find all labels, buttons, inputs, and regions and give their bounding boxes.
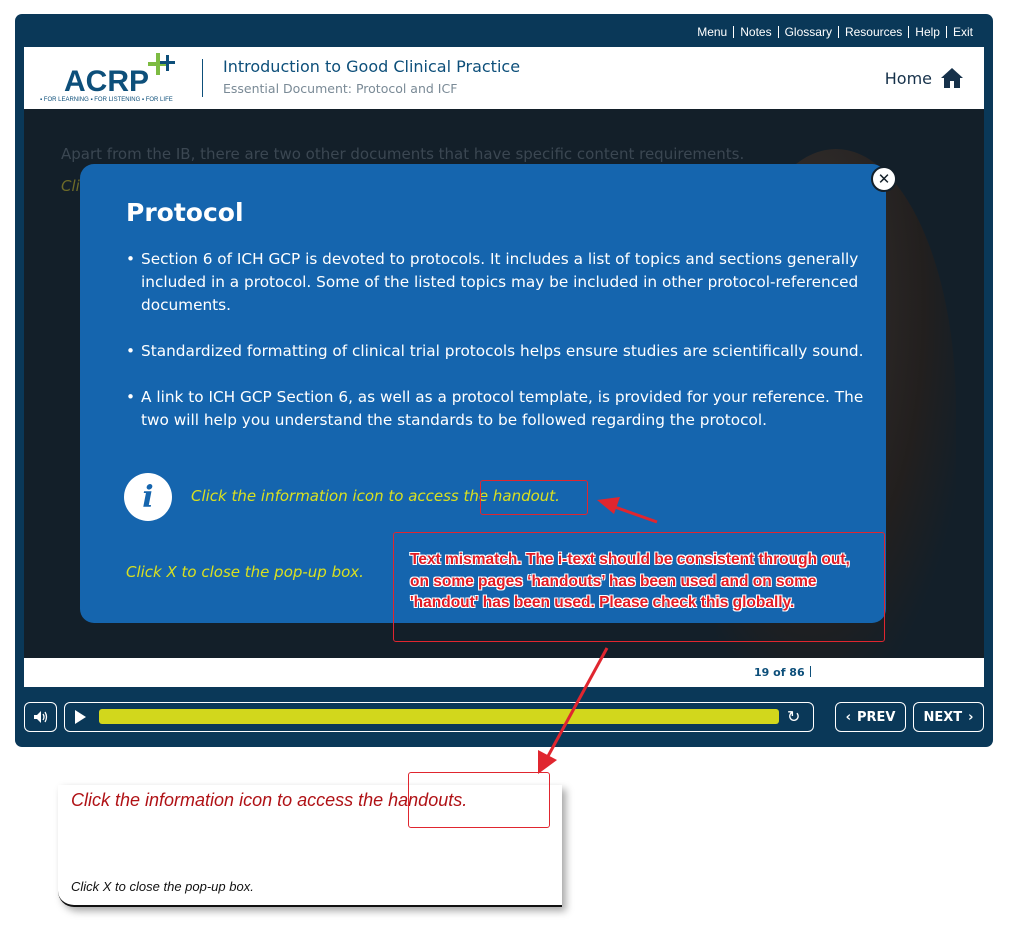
home-label: Home — [884, 68, 932, 88]
prev-button[interactable]: ‹ PREV — [835, 702, 906, 732]
reference-close-text: Click X to close the pop-up box. — [71, 879, 254, 894]
logo-wordmark: ACRP — [64, 65, 150, 98]
playback-bar: ↻ — [64, 702, 814, 732]
next-button[interactable]: NEXT › — [913, 702, 984, 732]
logo-tagline: ▪ FOR LEARNING ▪ FOR LISTENING ▪ FOR LIF… — [40, 97, 173, 103]
top-nav: Menu Notes Glossary Resources Help Exit — [691, 24, 979, 40]
highlight-box-handouts — [408, 772, 550, 828]
review-comment-box: Text mismatch. The i-text should be cons… — [393, 532, 885, 642]
nav-notes[interactable]: Notes — [734, 25, 777, 39]
home-button[interactable]: Home — [885, 67, 964, 89]
highlight-box-handout — [480, 480, 588, 515]
nav-menu[interactable]: Menu — [691, 25, 733, 39]
chevron-left-icon: ‹ — [845, 709, 851, 725]
header-divider — [202, 59, 203, 97]
nav-exit[interactable]: Exit — [947, 25, 979, 39]
play-icon[interactable] — [75, 710, 86, 724]
nav-help[interactable]: Help — [909, 25, 946, 39]
prev-label: PREV — [856, 709, 896, 725]
information-icon[interactable]: i — [124, 473, 172, 521]
close-instruction-text: Click X to close the pop-up box. — [126, 563, 364, 581]
logo-plus-icon — [148, 53, 175, 75]
speaker-icon — [33, 711, 47, 723]
background-intro-text: Apart from the IB, there are two other d… — [61, 145, 745, 163]
popup-title: Protocol — [126, 198, 244, 227]
progress-fill — [99, 709, 779, 724]
review-comment-text: Text mismatch. The i-text should be cons… — [410, 551, 850, 611]
status-bar: 19 of 86 — [24, 658, 984, 687]
chevron-right-icon: › — [968, 709, 974, 725]
course-subtitle: Essential Document: Protocol and ICF — [223, 81, 458, 96]
background-instruction-text: Cli — [61, 177, 80, 195]
popup-bullet-list: Section 6 of ICH GCP is devoted to proto… — [126, 248, 866, 455]
progress-bar[interactable] — [99, 709, 779, 724]
bullet-item: A link to ICH GCP Section 6, as well as … — [126, 386, 866, 432]
home-icon — [941, 68, 963, 88]
acrp-logo: ACRP ▪ FOR LEARNING ▪ FOR LISTENING ▪ FO… — [40, 53, 190, 105]
bullet-item: Section 6 of ICH GCP is devoted to proto… — [126, 248, 866, 317]
replay-icon[interactable]: ↻ — [787, 707, 800, 726]
nav-glossary[interactable]: Glossary — [779, 25, 838, 39]
status-divider — [810, 666, 811, 677]
next-label: NEXT — [923, 709, 963, 725]
bullet-item: Standardized formatting of clinical tria… — [126, 340, 866, 363]
nav-resources[interactable]: Resources — [839, 25, 908, 39]
close-popup-icon[interactable]: ✕ — [871, 166, 897, 192]
page-counter: 19 of 86 — [754, 666, 805, 679]
course-title: Introduction to Good Clinical Practice — [223, 57, 521, 76]
volume-button[interactable] — [24, 702, 57, 732]
course-header: ACRP ▪ FOR LEARNING ▪ FOR LISTENING ▪ FO… — [24, 47, 984, 109]
